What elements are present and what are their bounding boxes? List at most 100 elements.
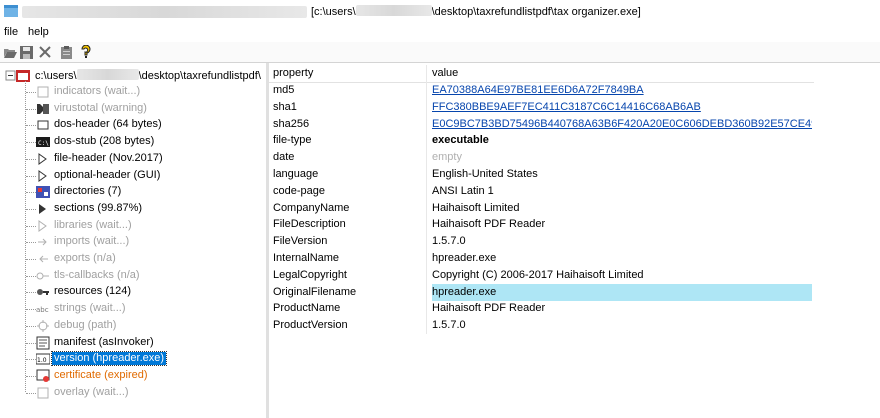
table-row[interactable]: md5 EA70388A64E97BE81EE6D6A72F7849BA bbox=[269, 82, 814, 99]
bug-icon bbox=[37, 320, 49, 332]
tree-item-label: tls-callbacks (n/a) bbox=[54, 269, 140, 281]
tree-item-manifest[interactable]: manifest (asInvoker) bbox=[0, 334, 266, 351]
tree-item-optional-header[interactable]: optional-header (GUI) bbox=[0, 167, 266, 184]
svg-text:1.0: 1.0 bbox=[37, 357, 47, 364]
menu-file[interactable]: file bbox=[4, 26, 18, 38]
tree-item-imports[interactable]: imports (wait...) bbox=[0, 233, 266, 250]
column-divider bbox=[426, 65, 427, 82]
tree-item-debug[interactable]: debug (path) bbox=[0, 317, 266, 334]
header-property[interactable]: property bbox=[273, 65, 423, 82]
tree-item-sections[interactable]: sections (99.87%) bbox=[0, 200, 266, 217]
open-icon bbox=[3, 48, 17, 58]
tree-item-overlay[interactable]: overlay (wait...) bbox=[0, 384, 266, 401]
app-icon bbox=[4, 5, 18, 17]
redacted-area bbox=[22, 6, 307, 18]
manifest-icon bbox=[36, 336, 50, 350]
tree-item-label: imports (wait...) bbox=[54, 235, 130, 247]
properties-table: property value md5 EA70388A64E97BE81EE6D6… bbox=[269, 63, 880, 418]
save-button[interactable] bbox=[18, 44, 34, 60]
table-row[interactable]: LegalCopyright Copyright (C) 2006-2017 Ha… bbox=[269, 267, 814, 284]
column-divider bbox=[426, 132, 427, 149]
tree-item-dos-header[interactable]: dos-header (64 bytes) bbox=[0, 116, 266, 133]
table-row[interactable]: FileVersion 1.5.7.0 bbox=[269, 233, 814, 250]
property-cell: FileVersion bbox=[273, 235, 328, 247]
column-divider bbox=[426, 233, 427, 250]
value-cell[interactable]: FFC380BBE9AEF7EC411C3187C6C14416C68AB6AB bbox=[432, 99, 812, 116]
value-cell: Haihaisoft Limited bbox=[432, 202, 520, 214]
resource-icon bbox=[37, 289, 49, 295]
title-bar: [c:\users\ \desktop\taxrefundlistpdf\tax … bbox=[0, 0, 880, 24]
table-row[interactable]: date empty bbox=[269, 149, 814, 166]
directory-grid-icon bbox=[36, 186, 50, 198]
import-arrow-icon bbox=[38, 238, 47, 246]
table-row[interactable]: ProductVersion 1.5.7.0 bbox=[269, 317, 814, 334]
open-button[interactable] bbox=[2, 44, 18, 60]
tree-item-directories[interactable]: directories (7) bbox=[0, 183, 266, 200]
property-cell: sha256 bbox=[273, 118, 310, 130]
tree-item-dos-stub[interactable]: C:\ dos-stub (208 bytes) bbox=[0, 133, 266, 150]
table-row[interactable]: file-type executable bbox=[269, 132, 814, 149]
table-header: property value bbox=[269, 65, 814, 83]
tree-item-virustotal[interactable]: virustotal (warning) bbox=[0, 100, 266, 117]
close-icon bbox=[39, 46, 51, 58]
tree-item-resources[interactable]: resources (124) bbox=[0, 283, 266, 300]
table-row[interactable]: ProductName Haihaisoft PDF Reader bbox=[269, 300, 814, 317]
clipboard-button[interactable] bbox=[58, 44, 74, 60]
column-divider bbox=[426, 317, 427, 334]
tree-item-label: indicators (wait...) bbox=[54, 85, 141, 97]
clipboard-icon bbox=[60, 45, 72, 59]
callback-icon bbox=[36, 272, 49, 280]
column-divider bbox=[426, 183, 427, 200]
tree-item-tls-callbacks[interactable]: tls-callbacks (n/a) bbox=[0, 267, 266, 284]
column-divider bbox=[426, 200, 427, 217]
table-row[interactable]: FileDescription Haihaisoft PDF Reader bbox=[269, 216, 814, 233]
table-row[interactable]: CompanyName Haihaisoft Limited bbox=[269, 200, 814, 217]
value-cell: English-United States bbox=[432, 168, 538, 180]
tree-root-suffix: \desktop\taxrefundlistpdf\ bbox=[138, 70, 261, 82]
value-cell: Copyright (C) 2006-2017 Haihaisoft Limit… bbox=[432, 269, 644, 281]
column-divider bbox=[426, 267, 427, 284]
value-cell[interactable]: E0C9BC7B3BD75496B440768A63B6F420A20E0C60… bbox=[432, 116, 812, 133]
value-cell: 1.5.7.0 bbox=[432, 235, 466, 247]
table-row[interactable]: language English-United States bbox=[269, 166, 814, 183]
tree-item-version[interactable]: 1.0 version (hpreader.exe) bbox=[0, 350, 266, 367]
table-row[interactable]: sha256 E0C9BC7B3BD75496B440768A63B6F420A2… bbox=[269, 116, 814, 133]
value-cell: Haihaisoft PDF Reader bbox=[432, 218, 546, 230]
tree-item-label: file-header (Nov.2017) bbox=[54, 152, 163, 164]
virustotal-icon bbox=[37, 104, 49, 114]
property-cell: date bbox=[273, 151, 295, 163]
property-cell: CompanyName bbox=[273, 202, 350, 214]
tree-item-indicators[interactable]: indicators (wait...) bbox=[0, 83, 266, 100]
tree-view[interactable]: c:\users\ \desktop\taxrefundlistpdf\ indi… bbox=[0, 63, 267, 418]
table-row[interactable]: code-page ANSI Latin 1 bbox=[269, 183, 814, 200]
redacted-username bbox=[76, 69, 139, 80]
tree-item-strings[interactable]: abc strings (wait...) bbox=[0, 300, 266, 317]
property-cell: ProductVersion bbox=[273, 319, 348, 331]
redacted-username bbox=[355, 5, 432, 16]
table-row[interactable]: sha1 FFC380BBE9AEF7EC411C3187C6C14416C68A… bbox=[269, 99, 814, 116]
tree-item-label: strings (wait...) bbox=[54, 302, 126, 314]
tree-item-label: manifest (asInvoker) bbox=[54, 336, 154, 348]
indicator-icon bbox=[37, 86, 49, 98]
column-divider bbox=[426, 99, 427, 116]
menu-help[interactable]: help bbox=[28, 26, 49, 38]
header-value[interactable]: value bbox=[432, 65, 812, 82]
tree-item-label: version (hpreader.exe) bbox=[50, 351, 168, 366]
tree-item-exports[interactable]: exports (n/a) bbox=[0, 250, 266, 267]
property-cell: language bbox=[273, 168, 319, 180]
value-cell: executable bbox=[432, 134, 489, 146]
tree-root-label: c:\users\ \desktop\taxrefundlistpdf\ bbox=[35, 69, 261, 83]
tree-item-libraries[interactable]: libraries (wait...) bbox=[0, 217, 266, 234]
tree-item-file-header[interactable]: file-header (Nov.2017) bbox=[0, 150, 266, 167]
table-row[interactable]: InternalName hpreader.exe bbox=[269, 250, 814, 267]
column-divider bbox=[426, 250, 427, 267]
value-cell[interactable]: EA70388A64E97BE81EE6D6A72F7849BA bbox=[432, 82, 812, 99]
tree-item-certificate[interactable]: certificate (expired) bbox=[0, 367, 266, 384]
tree-root[interactable]: c:\users\ \desktop\taxrefundlistpdf\ bbox=[0, 67, 266, 84]
column-divider bbox=[426, 300, 427, 317]
toolbar bbox=[0, 42, 880, 63]
help-button[interactable] bbox=[78, 44, 94, 60]
close-button[interactable] bbox=[37, 44, 53, 60]
value-cell: Haihaisoft PDF Reader bbox=[432, 302, 546, 314]
table-row[interactable]: OriginalFilename hpreader.exe bbox=[269, 284, 814, 301]
